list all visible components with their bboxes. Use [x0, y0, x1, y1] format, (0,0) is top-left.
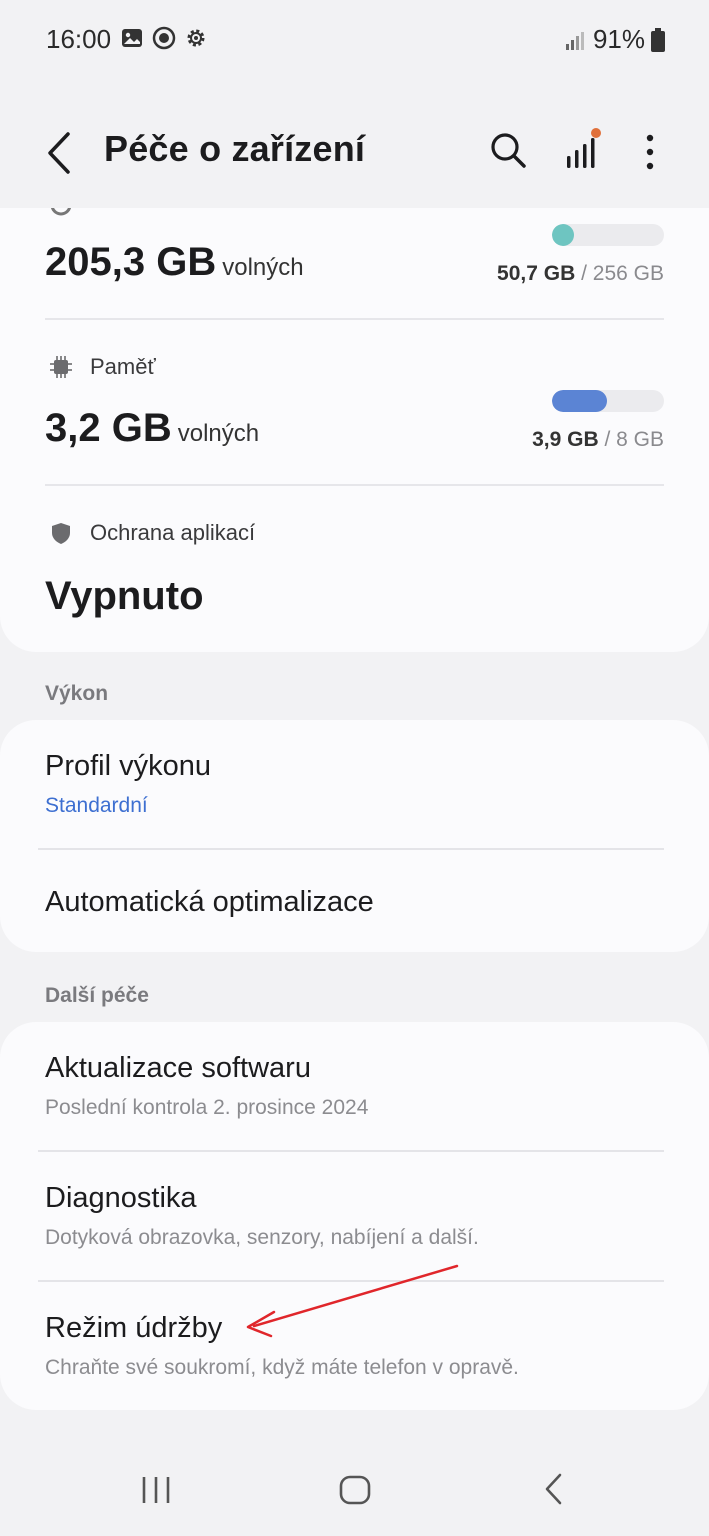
- other-care-card: Aktualizace softwaru Poslední kontrola 2…: [0, 1022, 709, 1410]
- storage-used: 50,7 GB: [497, 262, 576, 285]
- navigation-bar: [0, 1440, 709, 1536]
- storage-total: 256 GB: [592, 262, 664, 285]
- battery-icon: [651, 27, 665, 52]
- section-header-other-care: Další péče: [45, 984, 149, 1007]
- item-title: Profil výkonu: [45, 750, 212, 782]
- storage-usage-bar: [552, 224, 664, 246]
- app-bar: Péče o zařízení: [0, 100, 709, 210]
- item-subtitle: Poslední kontrola 2. prosince 2024: [45, 1096, 369, 1119]
- battery-percent: 91%: [592, 24, 645, 54]
- performance-card: Profil výkonu Standardní Automatická opt…: [0, 720, 709, 952]
- status-bar: 16:00 91%: [0, 0, 709, 80]
- settings-icon: [187, 29, 205, 47]
- shield-icon: [52, 523, 70, 544]
- status-time: 16:00: [46, 24, 112, 54]
- more-icon[interactable]: [638, 130, 662, 174]
- memory-usage-fill: [552, 390, 607, 412]
- memory-total: 8 GB: [616, 428, 664, 451]
- item-title: Aktualizace softwaru: [45, 1052, 311, 1084]
- gallery-icon: [122, 29, 142, 47]
- status-left-icons: [120, 26, 208, 50]
- notification-dot: [591, 128, 601, 138]
- device-status-card: 205,3 GB volných 50,7 GB / 256 GB Paměť 3…: [0, 208, 709, 652]
- storage-icon: [50, 208, 72, 216]
- item-subtitle: Standardní: [45, 794, 148, 817]
- memory-usage-bar: [552, 390, 664, 412]
- storage-separator: /: [575, 262, 593, 285]
- item-subtitle: Chraňte své soukromí, když máte telefon …: [45, 1356, 519, 1379]
- storage-free: 205,3 GB volných: [45, 240, 304, 285]
- page-title: Péče o zařízení: [104, 128, 366, 169]
- item-title: Automatická optimalizace: [45, 886, 374, 918]
- memory-row[interactable]: Paměť 3,2 GB volných 3,9 GB / 8 GB: [0, 320, 709, 484]
- memory-used: 3,9 GB: [532, 428, 599, 451]
- storage-usage-fill: [552, 224, 575, 246]
- app-protection-label: Ochrana aplikací: [90, 520, 256, 545]
- item-subtitle: Dotyková obrazovka, senzory, nabíjení a …: [45, 1226, 479, 1249]
- memory-free: 3,2 GB volných: [45, 406, 259, 451]
- maintenance-mode-item[interactable]: Režim údržby Chraňte své soukromí, když …: [0, 1282, 709, 1410]
- item-title: Diagnostika: [45, 1182, 197, 1214]
- signal-icon: [565, 31, 584, 50]
- section-header-performance: Výkon: [45, 682, 109, 705]
- memory-usage-text: 3,9 GB / 8 GB: [532, 428, 664, 452]
- search-icon[interactable]: [488, 130, 528, 170]
- memory-label: Paměť: [90, 354, 156, 379]
- memory-free-value: 3,2 GB: [45, 406, 172, 450]
- storage-usage-text: 50,7 GB / 256 GB: [497, 262, 664, 286]
- stats-icon[interactable]: [562, 128, 606, 172]
- performance-profile-item[interactable]: Profil výkonu Standardní: [0, 720, 709, 848]
- home-icon[interactable]: [338, 1474, 372, 1506]
- back-nav-icon[interactable]: [540, 1472, 568, 1506]
- recent-apps-icon[interactable]: [140, 1474, 174, 1506]
- status-right: 91%: [565, 24, 665, 55]
- storage-free-unit: volných: [222, 254, 304, 281]
- back-arrow-icon[interactable]: [40, 128, 80, 178]
- app-protection-row[interactable]: Ochrana aplikací Vypnuto: [0, 486, 709, 652]
- item-title: Režim údržby: [45, 1312, 223, 1344]
- storage-row[interactable]: 205,3 GB volných 50,7 GB / 256 GB: [0, 208, 709, 318]
- auto-optimization-item[interactable]: Automatická optimalizace: [0, 850, 709, 952]
- app-protection-value: Vypnuto: [45, 574, 204, 618]
- memory-chip-icon: [50, 356, 72, 378]
- memory-separator: /: [598, 428, 617, 451]
- record-icon: [152, 26, 176, 50]
- diagnostics-item[interactable]: Diagnostika Dotyková obrazovka, senzory,…: [0, 1152, 709, 1280]
- memory-free-unit: volných: [177, 420, 260, 447]
- software-update-item[interactable]: Aktualizace softwaru Poslední kontrola 2…: [0, 1022, 709, 1150]
- storage-free-value: 205,3 GB: [45, 240, 217, 284]
